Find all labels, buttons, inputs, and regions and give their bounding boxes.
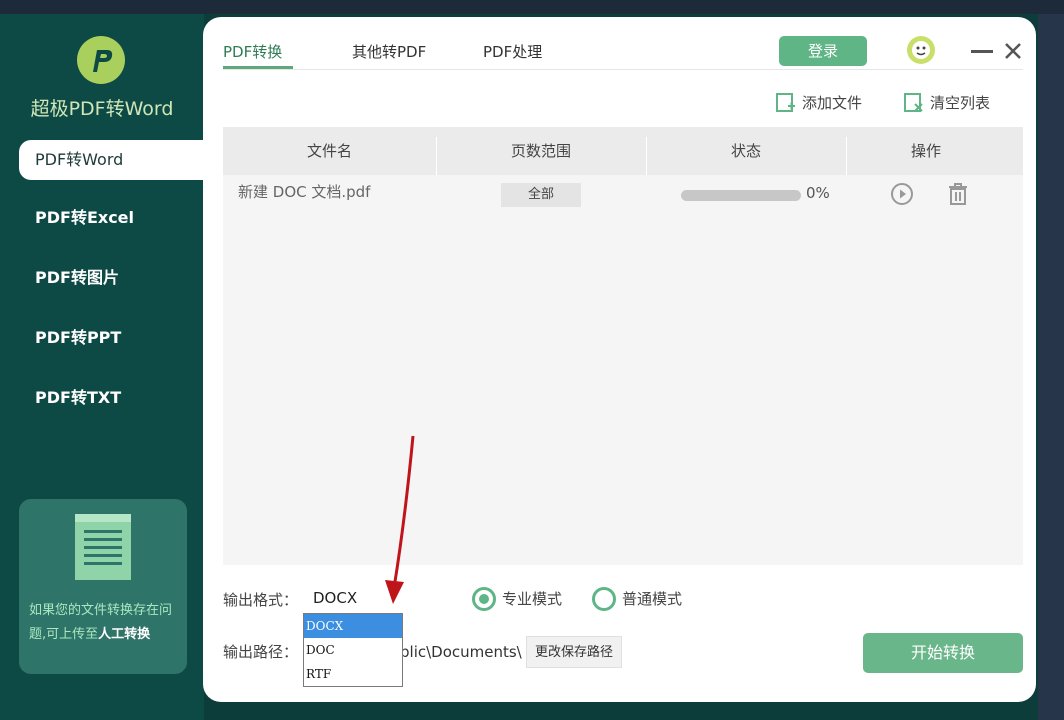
sidebar-item-pdf-to-ppt[interactable]: PDF转PPT bbox=[35, 318, 121, 358]
sidebar-item-pdf-to-excel[interactable]: PDF转Excel bbox=[35, 198, 134, 238]
main-panel: PDF转换 其他转PDF PDF处理 登录 添加文件 清空列表 文件名 页数范围 bbox=[203, 17, 1036, 702]
start-convert-button[interactable]: 开始转换 bbox=[863, 633, 1023, 673]
format-dropdown-list: DOCX DOC RTF bbox=[303, 613, 403, 687]
pro-mode-label: 专业模式 bbox=[502, 590, 563, 608]
sidebar-item-pdf-to-word[interactable]: PDF转Word bbox=[19, 140, 219, 180]
app-logo-icon bbox=[77, 36, 125, 84]
output-path-field[interactable]: blic\Documents\ bbox=[400, 636, 525, 668]
format-option-rtf[interactable]: RTF bbox=[304, 662, 402, 686]
page-range-button[interactable]: 全部 bbox=[501, 183, 581, 207]
play-icon[interactable] bbox=[890, 182, 914, 206]
tab-pdf-convert[interactable]: PDF转换 bbox=[223, 41, 282, 62]
normal-mode-label: 普通模式 bbox=[622, 590, 683, 608]
conversion-progress-bar bbox=[681, 190, 801, 201]
radio-unselected-indicator bbox=[592, 587, 616, 611]
format-option-doc[interactable]: DOC bbox=[304, 638, 402, 662]
feedback-smiley-icon[interactable] bbox=[905, 34, 937, 66]
minimize-icon[interactable] bbox=[971, 50, 993, 53]
add-file-label: 添加文件 bbox=[802, 94, 863, 112]
file-name: 新建 DOC 文档.pdf bbox=[238, 183, 371, 201]
background-desktop-right bbox=[1038, 14, 1064, 720]
sidebar-item-pdf-to-image[interactable]: PDF转图片 bbox=[35, 258, 119, 298]
app-title: 超极PDF转Word bbox=[30, 98, 174, 120]
login-button[interactable]: 登录 bbox=[779, 36, 867, 66]
tab-other-to-pdf[interactable]: 其他转PDF bbox=[352, 41, 426, 62]
output-path-label: 输出路径： bbox=[223, 643, 299, 661]
progress-percent: 0% bbox=[806, 184, 830, 202]
file-table: 文件名 页数范围 状态 操作 新建 DOC 文档.pdf 全部 0% bbox=[223, 127, 1023, 565]
help-text: 如果您的文件转换存在问题,可上传至人工转换 bbox=[29, 599, 181, 647]
column-header-filename: 文件名 bbox=[306, 142, 352, 160]
column-header-status: 状态 bbox=[730, 142, 761, 160]
tab-pdf-process[interactable]: PDF处理 bbox=[483, 41, 542, 62]
change-save-path-button[interactable]: 更改保存路径 bbox=[526, 636, 622, 668]
table-header: 文件名 页数范围 状态 操作 bbox=[223, 127, 1023, 175]
trash-icon[interactable] bbox=[947, 182, 969, 206]
add-file-icon bbox=[776, 93, 795, 112]
background-taskbar-strip bbox=[0, 0, 1064, 14]
add-file-button[interactable]: 添加文件 bbox=[776, 91, 862, 115]
tab-divider bbox=[223, 69, 1023, 70]
output-format-select[interactable]: DOCX bbox=[304, 585, 401, 611]
sidebar: 超极PDF转Word PDF转Word PDF转Excel PDF转图片 PDF… bbox=[0, 14, 219, 720]
normal-mode-radio[interactable]: 普通模式 bbox=[592, 587, 682, 611]
column-header-page-range: 页数范围 bbox=[510, 142, 571, 160]
document-icon bbox=[75, 514, 131, 580]
close-icon[interactable] bbox=[1003, 41, 1023, 61]
sidebar-item-pdf-to-txt[interactable]: PDF转TXT bbox=[35, 378, 121, 418]
help-card: 如果您的文件转换存在问题,可上传至人工转换 bbox=[19, 499, 187, 674]
format-option-docx[interactable]: DOCX bbox=[304, 614, 402, 638]
clear-list-label: 清空列表 bbox=[930, 94, 991, 112]
clear-list-button[interactable]: 清空列表 bbox=[904, 91, 990, 115]
manual-convert-link[interactable]: 人工转换 bbox=[98, 627, 150, 642]
clear-list-icon bbox=[904, 93, 923, 112]
column-header-actions: 操作 bbox=[910, 142, 941, 160]
output-format-label: 输出格式： bbox=[223, 591, 299, 609]
radio-selected-indicator bbox=[472, 587, 496, 611]
pro-mode-radio[interactable]: 专业模式 bbox=[472, 587, 562, 611]
